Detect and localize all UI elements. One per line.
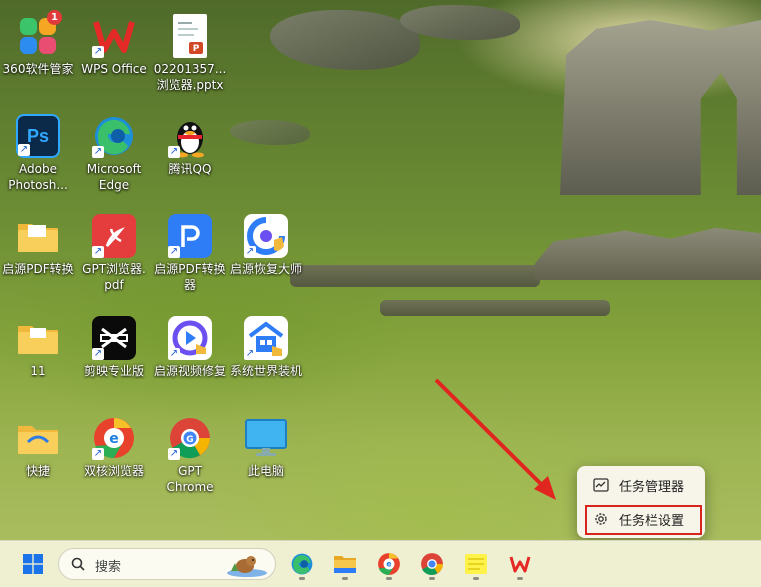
running-indicator xyxy=(342,577,348,580)
search-placeholder: 搜索 xyxy=(95,560,122,575)
running-indicator xyxy=(429,577,435,580)
taskbar-app-wps-office[interactable] xyxy=(503,547,537,581)
notes-icon xyxy=(465,554,487,574)
taskbar-app-edge[interactable] xyxy=(285,547,319,581)
start-button[interactable] xyxy=(16,547,50,581)
highlight-box xyxy=(585,505,702,535)
taskbar: 搜索 e xyxy=(0,540,761,587)
task-manager-icon xyxy=(589,478,613,492)
running-indicator xyxy=(517,577,523,580)
folder-icon xyxy=(334,556,356,573)
wps-logo-icon xyxy=(509,556,531,573)
windows-logo-icon xyxy=(23,554,43,574)
running-indicator xyxy=(473,577,479,580)
search-icon xyxy=(71,557,85,571)
menu-item-label: 任务管理器 xyxy=(619,479,685,495)
taskbar-app-browser-e[interactable]: e xyxy=(372,547,406,581)
svg-text:e: e xyxy=(386,560,391,569)
taskbar-search-box[interactable]: 搜索 xyxy=(58,548,276,580)
chrome-icon xyxy=(421,553,443,575)
edge-icon xyxy=(291,553,313,575)
taskbar-app-file-explorer[interactable] xyxy=(328,547,362,581)
menu-item-task-manager[interactable]: 任务管理器 xyxy=(581,470,701,500)
running-indicator xyxy=(299,577,305,580)
running-indicator xyxy=(386,577,392,580)
taskbar-app-notes[interactable] xyxy=(459,547,493,581)
search-highlight-illustration-icon xyxy=(227,556,267,577)
taskbar-app-chrome[interactable] xyxy=(415,547,449,581)
browser-e-icon: e xyxy=(378,553,400,575)
